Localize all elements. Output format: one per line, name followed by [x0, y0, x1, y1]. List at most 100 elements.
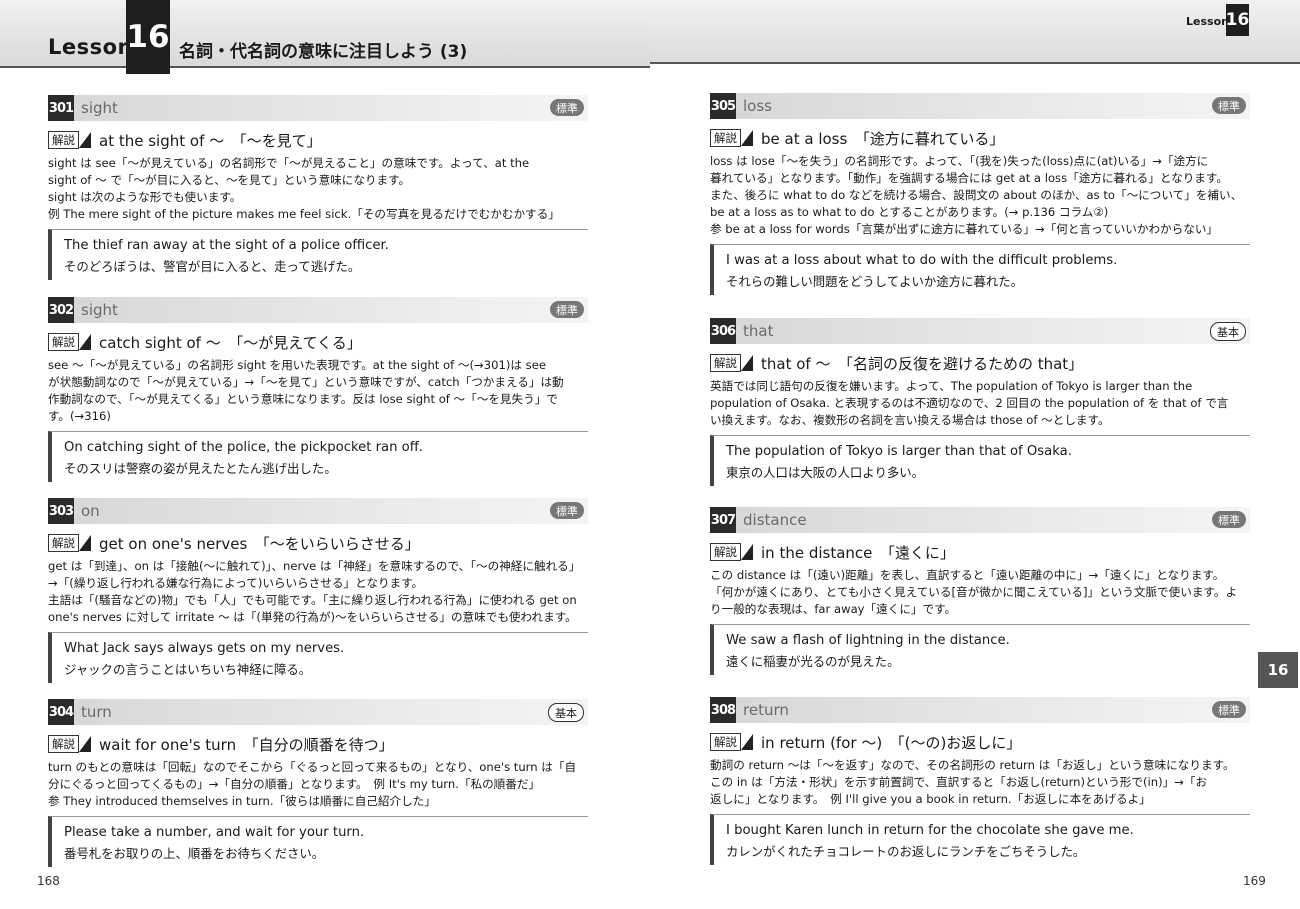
entry-header: 307 distance 標準	[710, 507, 1250, 533]
entry-number: 304	[48, 699, 74, 725]
entry-number: 307	[710, 507, 736, 533]
explanation-tag: 解説	[710, 733, 741, 751]
body-line: 暮れている」となります。「動作」を強調する場合には get at a loss「…	[710, 171, 1228, 185]
example-japanese: そのスリは警察の姿が見えたとたん逃げ出した。	[64, 461, 337, 476]
level-badge: 標準	[1212, 701, 1246, 718]
explanation-heading: 解説 in the distance 「遠くに」	[710, 542, 1250, 562]
entry-header: 301 sight 標準	[48, 95, 588, 121]
idiom-phrase: that of ～ 「名詞の反復を避けるための that」	[761, 354, 1084, 373]
example-english: What Jack says always gets on my nerves.	[64, 641, 345, 656]
body-line: sight of ～ で「～が目に入ると、～を見て」という意味になります。	[48, 173, 411, 187]
triangle-icon	[79, 535, 91, 551]
body-line: population of Osaka. と表現するのは不適切なので、2 回目の…	[710, 396, 1229, 410]
entry-keyword: that	[743, 322, 774, 340]
explanation-heading: 解説 get on one's nerves 「～をいらいらさせる」	[48, 533, 588, 553]
running-header-number: 16	[1226, 4, 1249, 36]
entry-307: 307 distance 標準 解説 in the distance 「遠くに」…	[710, 507, 1250, 675]
body-line: この in は「方法・形状」を示す前置詞で、直訳すると「お返し(return)と…	[710, 775, 1208, 789]
body-line: loss は lose「～を失う」の名詞形です。よって、「(我を)失った(los…	[710, 154, 1209, 168]
explanation-tag: 解説	[48, 534, 79, 552]
example-english: On catching sight of the police, the pic…	[64, 440, 423, 455]
body-line: sight は次のような形でも使います。	[48, 190, 242, 204]
example-japanese: 番号札をお取りの上、順番をお待ちください。	[64, 846, 325, 861]
entry-number: 303	[48, 498, 74, 524]
body-line: 「何かが遠くにあり、とても小さく見えている[音が微かに聞こえている]」という文脈…	[710, 585, 1238, 599]
example-english: I bought Karen lunch in return for the c…	[726, 823, 1134, 838]
example-box: What Jack says always gets on my nerves.…	[48, 632, 588, 683]
entry-keyword: on	[81, 502, 100, 520]
explanation-heading: 解説 wait for one's turn 「自分の順番を待つ」	[48, 734, 588, 754]
example-box: The thief ran away at the sight of a pol…	[48, 229, 588, 280]
entry-header: 308 return 標準	[710, 697, 1250, 723]
entry-303: 303 on 標準 解説 get on one's nerves 「～をいらいら…	[48, 498, 588, 683]
entry-header: 306 that 基本	[710, 318, 1250, 344]
page-number-left: 168	[37, 874, 60, 888]
level-badge: 標準	[550, 502, 584, 519]
running-header-label: Lesson	[1186, 15, 1229, 28]
idiom-phrase: wait for one's turn 「自分の順番を待つ」	[99, 735, 394, 754]
body-line: 例 The mere sight of the picture makes me…	[48, 207, 560, 221]
explanation-heading: 解説 in return (for ～) 「(～の)お返しに」	[710, 732, 1250, 752]
triangle-icon	[79, 334, 91, 350]
example-box: We saw a flash of lightning in the dista…	[710, 624, 1250, 675]
example-japanese: ジャックの言うことはいちいち神経に障る。	[64, 662, 312, 677]
entry-header: 302 sight 標準	[48, 297, 588, 323]
idiom-phrase: in the distance 「遠くに」	[761, 543, 955, 562]
example-japanese: 遠くに稲妻が光るのが見えた。	[726, 654, 900, 669]
example-japanese: それらの難しい問題をどうしてよいか途方に暮れた。	[726, 274, 1024, 289]
entry-number: 308	[710, 697, 736, 723]
explanation-tag: 解説	[710, 129, 741, 147]
body-line: 参 be at a loss for words「言葉が出ずに途方に暮れている」…	[710, 222, 1219, 236]
page-title: 名詞・代名詞の意味に注目しよう (3)	[179, 42, 468, 62]
example-english: The thief ran away at the sight of a pol…	[64, 238, 389, 253]
level-badge: 基本	[548, 703, 584, 722]
triangle-icon	[741, 734, 753, 750]
explanation-heading: 解説 catch sight of ～ 「～が見えてくる」	[48, 332, 588, 352]
body-line: 作動詞なので、「～が見えてくる」という意味になります。反は lose sight…	[48, 392, 558, 406]
lesson-label: Lesson	[48, 35, 134, 59]
body-line: turn のもとの意味は「回転」なのでそこから「ぐるっと回って来るもの」となり、…	[48, 760, 577, 774]
level-badge: 標準	[1212, 511, 1246, 528]
explanation-heading: 解説 that of ～ 「名詞の反復を避けるための that」	[710, 353, 1250, 373]
example-japanese: カレンがくれたチョコレートのお返しにランチをごちそうした。	[726, 844, 1086, 859]
example-japanese: そのどろぼうは、警官が目に入ると、走って逃げた。	[64, 259, 361, 274]
entry-keyword: sight	[81, 301, 118, 319]
level-badge: 基本	[1210, 322, 1246, 341]
entry-header: 305 loss 標準	[710, 93, 1250, 119]
explanation-body: get は「到達」、on は「接触(～に触れて)」、nerve は「神経」を意味…	[48, 558, 588, 626]
example-english: I was at a loss about what to do with th…	[726, 253, 1118, 268]
entry-keyword: loss	[743, 97, 772, 115]
explanation-body: turn のもとの意味は「回転」なのでそこから「ぐるっと回って来るもの」となり、…	[48, 759, 588, 810]
body-line: sight は see「～が見えている」の名詞形で「～が見えること」の意味です。…	[48, 156, 530, 170]
body-line: が状態動詞なので「～が見えている」→「～を見て」という意味ですが、catch「つ…	[48, 375, 564, 389]
entry-301: 301 sight 標準 解説 at the sight of ～ 「～を見て」…	[48, 95, 588, 280]
example-japanese: 東京の人口は大阪の人口より多い。	[726, 465, 925, 480]
triangle-icon	[741, 355, 753, 371]
level-badge: 標準	[550, 301, 584, 318]
example-box: On catching sight of the police, the pic…	[48, 431, 588, 482]
explanation-body: loss は lose「～を失う」の名詞形です。よって、「(我を)失った(los…	[710, 153, 1250, 238]
idiom-phrase: catch sight of ～ 「～が見えてくる」	[99, 333, 362, 352]
example-english: The population of Tokyo is larger than t…	[726, 444, 1072, 459]
entry-keyword: turn	[81, 703, 112, 721]
entry-keyword: sight	[81, 99, 118, 117]
thumb-index-tab[interactable]: 16	[1258, 652, 1298, 688]
example-box: I was at a loss about what to do with th…	[710, 244, 1250, 295]
idiom-phrase: at the sight of ～ 「～を見て」	[99, 131, 322, 150]
body-line: 返しに」となります。 例 I'll give you a book in ret…	[710, 792, 1151, 806]
explanation-heading: 解説 at the sight of ～ 「～を見て」	[48, 130, 588, 150]
level-badge: 標準	[550, 99, 584, 116]
body-line: 参 They introduced themselves in turn.「彼ら…	[48, 794, 436, 808]
entry-302: 302 sight 標準 解説 catch sight of ～ 「～が見えてく…	[48, 297, 588, 482]
explanation-body: この distance は「(遠い)距離」を表し、直訳すると「遠い距離の中に」→…	[710, 567, 1250, 618]
body-line: い換えます。なお、複数形の名詞を言い換える場合は those of ～とします。	[710, 413, 1110, 427]
entry-305: 305 loss 標準 解説 be at a loss 「途方に暮れている」 l…	[710, 93, 1250, 295]
example-english: Please take a number, and wait for your …	[64, 825, 365, 840]
explanation-body: 動詞の return ～は「～を返す」なので、その名詞形の return は「お…	[710, 757, 1250, 808]
example-english: We saw a flash of lightning in the dista…	[726, 633, 1010, 648]
entry-number: 302	[48, 297, 74, 323]
entry-number: 301	[48, 95, 74, 121]
idiom-phrase: in return (for ～) 「(～の)お返しに」	[761, 733, 1022, 752]
entry-number: 306	[710, 318, 736, 344]
body-line: get は「到達」、on は「接触(～に触れて)」、nerve は「神経」を意味…	[48, 559, 581, 573]
